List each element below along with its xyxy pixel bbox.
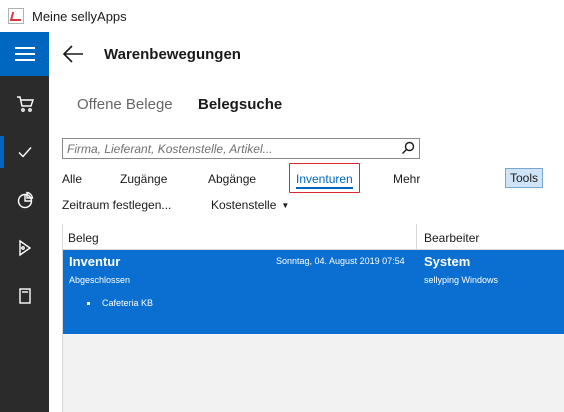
cart-icon (16, 96, 34, 112)
bullet-icon (87, 302, 90, 305)
results-list: Beleg Bearbeiter Inventur Sonntag, 04. A… (62, 224, 564, 412)
filter-alle[interactable]: Alle (62, 172, 82, 186)
nav-item-reports[interactable] (0, 176, 49, 224)
nav-item-tags[interactable] (0, 224, 49, 272)
list-header: Beleg Bearbeiter (63, 224, 564, 250)
nav-rail (0, 32, 49, 412)
filter-inventuren-label: Inventuren (296, 172, 353, 189)
filter-mehr[interactable]: Mehr (393, 172, 420, 186)
kostenstelle-dropdown[interactable]: Kostenstelle ▼ (211, 198, 289, 212)
app-logo-icon (8, 8, 24, 24)
row-user: System (424, 254, 471, 269)
row-title: Inventur (69, 254, 121, 269)
row-date: Sonntag, 04. August 2019 07:54 (276, 256, 405, 266)
book-icon (18, 288, 31, 304)
filter-zugaenge[interactable]: Zugänge (120, 172, 167, 186)
nav-item-cart[interactable] (0, 80, 49, 128)
app-window: Meine sellyApps Warenbewegungen Offene B… (0, 0, 564, 412)
tab-offene-belege[interactable]: Offene Belege (77, 96, 173, 113)
zeitraum-link[interactable]: Zeitraum festlegen... (62, 198, 171, 212)
column-header-beleg[interactable]: Beleg (68, 231, 99, 245)
row-user-detail: sellyping Windows (424, 275, 499, 285)
hamburger-menu-button[interactable] (0, 32, 49, 76)
row-status: Abgeschlossen (69, 275, 131, 285)
tab-belegsuche[interactable]: Belegsuche (198, 96, 282, 113)
chevron-down-icon: ▼ (281, 201, 290, 210)
filter-inventuren[interactable]: Inventuren (296, 172, 353, 189)
window-title: Meine sellyApps (32, 8, 127, 24)
title-bar: Meine sellyApps (0, 0, 564, 32)
kostenstelle-label: Kostenstelle (211, 198, 277, 212)
nav-item-check[interactable] (0, 128, 49, 176)
pie-chart-icon (17, 191, 33, 209)
column-divider[interactable] (416, 224, 417, 250)
hamburger-icon (14, 47, 35, 61)
row-bullet-item: Cafeteria KB (102, 298, 154, 308)
checkmark-icon (18, 147, 32, 158)
tools-button[interactable]: Tools (505, 168, 543, 188)
filter-abgaenge[interactable]: Abgänge (208, 172, 256, 186)
table-row[interactable]: Inventur Sonntag, 04. August 2019 07:54 … (63, 250, 564, 334)
tag-icon (18, 239, 31, 257)
page-title: Warenbewegungen (104, 46, 241, 63)
back-arrow-icon[interactable] (62, 44, 84, 64)
column-header-bearbeiter[interactable]: Bearbeiter (424, 231, 479, 245)
search-icon[interactable] (401, 141, 415, 155)
search-input[interactable] (65, 139, 395, 158)
nav-item-book[interactable] (0, 272, 49, 320)
search-box (62, 138, 420, 159)
